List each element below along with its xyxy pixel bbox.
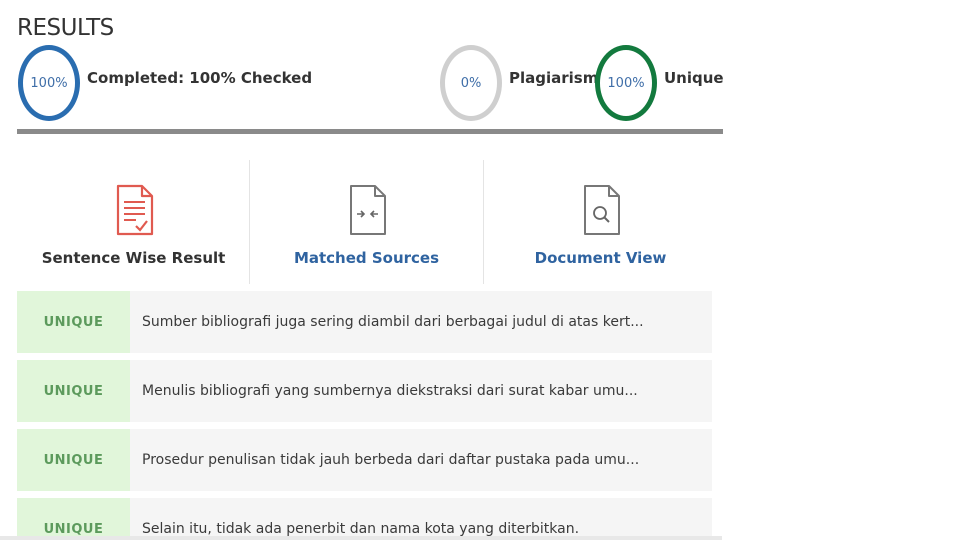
sentence-text: Prosedur penulisan tidak jauh berbeda da… (142, 452, 640, 468)
sentence-row[interactable]: UNIQUE Prosedur penulisan tidak jauh ber… (17, 429, 712, 491)
status-badge: UNIQUE (17, 291, 130, 353)
sentence-text: Sumber bibliografi juga sering diambil d… (142, 314, 644, 330)
sentence-row[interactable]: UNIQUE Selain itu, tidak ada penerbit da… (17, 498, 712, 540)
tab-label: Sentence Wise Result (41, 249, 226, 267)
tab-label: Document View (534, 249, 667, 267)
tab-document-view[interactable]: Document View (484, 160, 717, 284)
status-badge: UNIQUE (17, 360, 130, 422)
matched-sources-icon (349, 185, 386, 235)
scroll-edge (0, 536, 722, 540)
status-badge: UNIQUE (17, 429, 130, 491)
completed-value: 100% (30, 75, 68, 91)
plagiarism-value: 0% (460, 75, 482, 91)
tab-label: Matched Sources (293, 249, 440, 267)
sentence-row[interactable]: UNIQUE Menulis bibliografi yang sumberny… (17, 360, 712, 422)
unique-label: Unique (664, 69, 724, 87)
sentence-wise-icon (116, 184, 153, 236)
tab-sentence-wise-result[interactable]: Sentence Wise Result (17, 160, 250, 284)
document-view-icon (583, 185, 620, 235)
results-divider (17, 129, 723, 134)
completed-ring: 100% (18, 45, 80, 121)
plagiarism-label: Plagiarism (509, 69, 599, 87)
page-title: RESULTS (17, 15, 114, 41)
unique-value: 100% (607, 75, 645, 91)
sentence-text: Selain itu, tidak ada penerbit dan nama … (142, 521, 580, 537)
sentence-text: Menulis bibliografi yang sumbernya dieks… (142, 383, 638, 399)
sentence-row[interactable]: UNIQUE Sumber bibliografi juga sering di… (17, 291, 712, 353)
unique-ring: 100% (595, 45, 657, 121)
tab-matched-sources[interactable]: Matched Sources (250, 160, 483, 284)
completed-label: Completed: 100% Checked (87, 69, 313, 87)
results-panel: RESULTS 100% Completed: 100% Checked 0% … (0, 0, 960, 540)
plagiarism-ring: 0% (440, 45, 502, 121)
status-badge: UNIQUE (17, 498, 130, 540)
